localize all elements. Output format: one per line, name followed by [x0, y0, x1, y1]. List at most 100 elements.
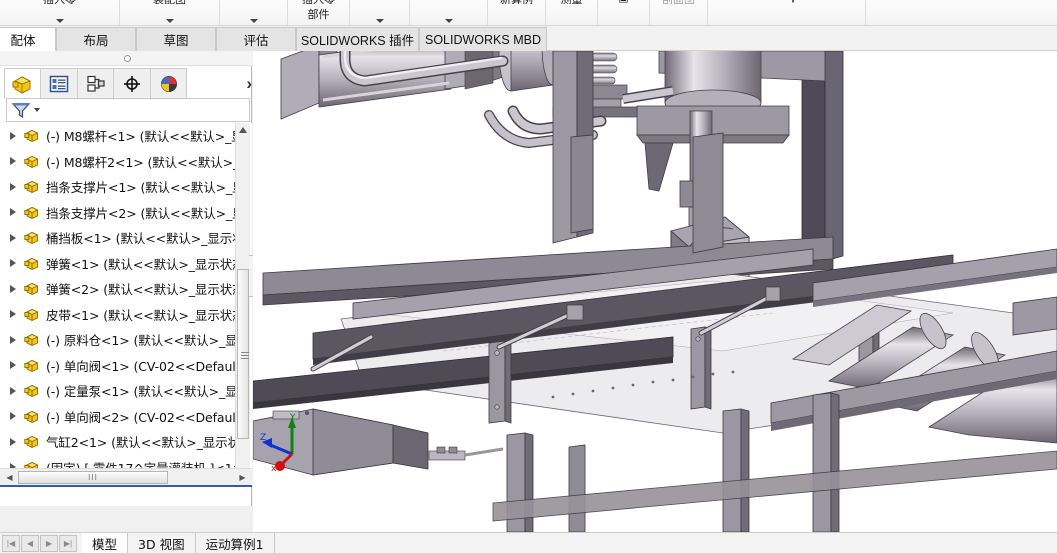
- tree-expand-arrow[interactable]: [10, 361, 16, 370]
- tree-expand-arrow[interactable]: [10, 412, 16, 421]
- tree-item[interactable]: (-) M8螺杆<1> (默认<<默认>_显: [0, 123, 252, 149]
- component-icon: [24, 410, 39, 423]
- chevron-down-icon[interactable]: [375, 19, 384, 23]
- scroll-right-button[interactable]: ▶: [235, 470, 250, 485]
- tab-sketch[interactable]: 草图: [136, 27, 216, 51]
- ribbon-cell-3[interactable]: [350, 0, 410, 25]
- last-tab-button[interactable]: ▶|: [59, 535, 77, 552]
- tree-item[interactable]: 弹簧<1> (默认<<默认>_显示状态: [0, 251, 252, 277]
- ribbon-cell-screen[interactable]: ▣: [598, 0, 650, 25]
- tree-item-label: 挡条支撑片<2> (默认<<默认>_显: [46, 205, 245, 221]
- feature-manager-tab[interactable]: [4, 67, 42, 99]
- ribbon-cell-blank[interactable]: [708, 0, 756, 25]
- doc-tab-model[interactable]: 模型: [82, 533, 129, 553]
- panel-pin-icon[interactable]: [124, 55, 131, 62]
- tree-scroll-thumb[interactable]: [237, 269, 249, 439]
- filter-funnel-icon: [11, 103, 31, 119]
- graphics-viewport[interactable]: Y Z x: [253, 51, 1057, 532]
- more-manager-tabs-button[interactable]: ›: [246, 75, 252, 92]
- ribbon-cell-2[interactable]: [220, 0, 288, 25]
- view-orientation-button[interactable]: [570, 51, 594, 52]
- tree-item[interactable]: 挡条支撑片<2> (默认<<默认>_显: [0, 200, 252, 226]
- zoom-to-fit-button[interactable]: [485, 51, 509, 52]
- next-tab-button[interactable]: ▶: [40, 535, 58, 552]
- tree-item[interactable]: (-) M8螺杆2<1> (默认<<默认>_!: [0, 149, 252, 175]
- ribbon-cell-1[interactable]: 装配图: [120, 0, 220, 25]
- ribbon-cell-speedpak[interactable]: SpeedPak: [756, 0, 866, 25]
- triad-x-label: x: [271, 464, 277, 474]
- chevron-down-icon[interactable]: [55, 19, 64, 23]
- tree-expand-arrow[interactable]: [10, 259, 16, 268]
- component-icon: [24, 130, 39, 143]
- tree-expand-arrow[interactable]: [10, 310, 16, 319]
- feature-tree[interactable]: (-) M8螺杆<1> (默认<<默认>_显 (-) M8螺杆2<1> (默认<…: [0, 123, 252, 485]
- window-controls[interactable]: [961, 51, 1051, 52]
- tree-expand-arrow[interactable]: [10, 131, 16, 140]
- tree-item-label: (-) M8螺杆2<1> (默认<<默认>_!: [46, 154, 245, 170]
- tree-item[interactable]: (-) 原料仓<1> (默认<<默认>_显: [0, 327, 252, 353]
- tree-expand-arrow[interactable]: [10, 208, 16, 217]
- tab-assembly[interactable]: 配体: [0, 27, 56, 51]
- chevron-down-icon[interactable]: [165, 19, 174, 23]
- component-icon: [24, 385, 39, 398]
- tree-item-label: (-) M8螺杆<1> (默认<<默认>_显: [46, 129, 244, 145]
- first-tab-button[interactable]: |◀: [2, 535, 20, 552]
- section-view-button[interactable]: [537, 51, 561, 52]
- tree-item[interactable]: 气缸2<1> (默认<<默认>_显示状: [0, 429, 252, 455]
- display-manager-tab[interactable]: [149, 67, 188, 99]
- configuration-manager-tab[interactable]: [76, 67, 115, 99]
- list-panel-icon: [49, 75, 69, 92]
- doc-tab-3d-views[interactable]: 3D 视图: [128, 533, 196, 553]
- tab-evaluate[interactable]: 评估: [216, 27, 296, 51]
- zoom-to-area-button[interactable]: [511, 51, 535, 52]
- tree-expand-arrow[interactable]: [10, 182, 16, 191]
- dimxpert-manager-tab[interactable]: [113, 67, 151, 99]
- property-manager-tab[interactable]: [40, 67, 78, 99]
- ribbon-cell-insert-component[interactable]: 插入零 部件: [288, 0, 350, 25]
- tree-item-label: 弹簧<1> (默认<<默认>_显示状态: [46, 256, 245, 272]
- doc-tab-motion-study[interactable]: 运动算例1: [196, 533, 275, 553]
- tree-horizontal-scrollbar[interactable]: ◀ III ▶: [0, 468, 252, 485]
- tab-solidworks-addins[interactable]: SOLIDWORKS 插件: [296, 27, 419, 51]
- tree-vertical-scrollbar[interactable]: [235, 123, 250, 485]
- tree-item[interactable]: 弹簧<2> (默认<<默认>_显示状态: [0, 276, 252, 302]
- tree-item[interactable]: (-) 单向阀<2> (CV-02<<Default: [0, 404, 252, 430]
- chevron-down-icon[interactable]: [444, 19, 453, 23]
- tree-item-label: (-) 单向阀<1> (CV-02<<Default: [46, 358, 241, 374]
- tree-expand-arrow[interactable]: [10, 233, 16, 242]
- view-toolbar[interactable]: [485, 51, 700, 53]
- tree-item[interactable]: 挡条支撑片<1> (默认<<默认>_显: [0, 174, 252, 200]
- ribbon-cell-0-clip: 插入零: [0, 0, 119, 4]
- tree-item-label: 弹簧<2> (默认<<默认>_显示状态: [46, 282, 245, 298]
- tree-expand-arrow[interactable]: [10, 437, 16, 446]
- chevron-down-icon[interactable]: [249, 19, 258, 23]
- ribbon-cell-0[interactable]: 插入零: [0, 0, 120, 25]
- tree-expand-arrow[interactable]: [10, 335, 16, 344]
- triad-y-label: Y: [289, 413, 296, 423]
- tab-layout[interactable]: 布局: [56, 27, 136, 51]
- feature-filter-bar[interactable]: [6, 98, 250, 122]
- chevron-down-icon[interactable]: [34, 108, 40, 112]
- tree-item[interactable]: (-) 定量泵<1> (默认<<默认>_显: [0, 378, 252, 404]
- ribbon-cell-insert-top: 插入零: [288, 0, 349, 4]
- tab-solidworks-mbd[interactable]: SOLIDWORKS MBD: [419, 27, 547, 51]
- tree-hscroll-thumb[interactable]: III: [18, 471, 168, 484]
- tree-item[interactable]: (-) 单向阀<1> (CV-02<<Default: [0, 353, 252, 379]
- ribbon-cell-section[interactable]: 剖面图: [650, 0, 708, 25]
- ribbon-cell-new-study[interactable]: 新算例: [488, 0, 546, 25]
- edit-appearance-button[interactable]: [662, 51, 686, 52]
- tree-expand-arrow[interactable]: [10, 386, 16, 395]
- tree-expand-arrow[interactable]: [10, 157, 16, 166]
- hide-show-items-button[interactable]: [622, 51, 646, 52]
- scroll-up-button[interactable]: [236, 123, 250, 137]
- tab-nav-buttons[interactable]: |◀ ◀ ▶ ▶|: [2, 535, 77, 552]
- ribbon-cell-measure[interactable]: 测量: [546, 0, 598, 25]
- scroll-left-button[interactable]: ◀: [2, 470, 17, 485]
- tree-item[interactable]: 皮带<1> (默认<<默认>_显示状态: [0, 302, 252, 328]
- ribbon-cell-4[interactable]: [410, 0, 488, 25]
- display-style-button[interactable]: [596, 51, 620, 52]
- tree-expand-arrow[interactable]: [10, 284, 16, 293]
- prev-tab-button[interactable]: ◀: [21, 535, 39, 552]
- ribbon-cell-screen-clip: ▣: [598, 0, 649, 4]
- tree-item[interactable]: 桶挡板<1> (默认<<默认>_显示状: [0, 225, 252, 251]
